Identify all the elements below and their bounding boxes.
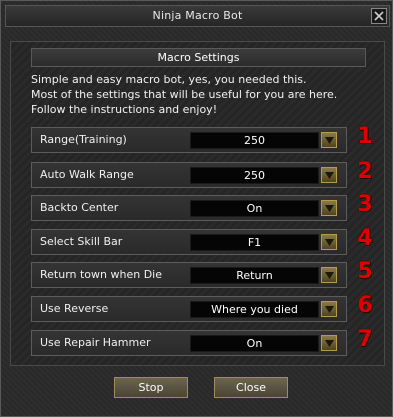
panel-header: Macro Settings: [31, 48, 366, 67]
chevron-down-icon: [324, 136, 334, 144]
window-title: Ninja Macro Bot: [152, 9, 243, 22]
chevron-down-icon: [324, 305, 334, 313]
annotation-number: 1: [357, 124, 373, 149]
setting-value-select[interactable]: F1: [190, 234, 319, 251]
chevron-down-icon: [324, 339, 334, 347]
dropdown-button[interactable]: [321, 335, 337, 351]
setting-value-select[interactable]: On: [190, 335, 319, 352]
setting-value-select[interactable]: Where you died: [190, 301, 319, 318]
dropdown-button[interactable]: [321, 132, 337, 148]
setting-row-select-skill-bar: Select Skill Bar F1: [31, 229, 347, 255]
annotation-number: 3: [357, 192, 373, 217]
description: Simple and easy macro bot, yes, you need…: [31, 72, 371, 117]
chevron-down-icon: [324, 271, 334, 279]
chevron-down-icon: [324, 171, 334, 179]
dropdown-button[interactable]: [321, 167, 337, 183]
window-close-button[interactable]: [371, 8, 387, 24]
setting-row-use-repair-hammer: Use Repair Hammer On: [31, 330, 347, 356]
setting-label: Use Reverse: [40, 302, 109, 315]
dropdown-button[interactable]: [321, 267, 337, 283]
annotation-number: 6: [357, 293, 373, 318]
setting-label: Use Repair Hammer: [40, 336, 151, 349]
close-button[interactable]: Close: [214, 377, 288, 398]
setting-value-select[interactable]: 250: [190, 167, 319, 184]
stop-button[interactable]: Stop: [114, 377, 188, 398]
annotation-number: 5: [357, 259, 373, 284]
dropdown-button[interactable]: [321, 234, 337, 250]
setting-label: Select Skill Bar: [40, 235, 123, 248]
chevron-down-icon: [324, 204, 334, 212]
setting-row-use-reverse: Use Reverse Where you died: [31, 296, 347, 322]
setting-label: Range(Training): [40, 133, 127, 146]
setting-label: Return town when Die: [40, 268, 163, 281]
annotation-number: 4: [357, 226, 373, 251]
title-bar: Ninja Macro Bot: [5, 5, 390, 27]
setting-value-select[interactable]: 250: [190, 132, 319, 149]
description-line: Follow the instructions and enjoy!: [31, 103, 218, 116]
dropdown-button[interactable]: [321, 301, 337, 317]
annotation-number: 2: [357, 159, 373, 184]
annotation-number: 7: [357, 327, 373, 352]
setting-value-select[interactable]: On: [190, 200, 319, 217]
setting-label: Backto Center: [40, 201, 119, 214]
setting-row-auto-walk-range: Auto Walk Range 250: [31, 162, 347, 188]
setting-row-return-town: Return town when Die Return: [31, 262, 347, 288]
dropdown-button[interactable]: [321, 200, 337, 216]
setting-row-backto-center: Backto Center On: [31, 195, 347, 221]
setting-value-select[interactable]: Return: [190, 267, 319, 284]
description-line: Most of the settings that will be useful…: [31, 88, 338, 101]
macro-bot-window: Ninja Macro Bot Macro Settings Simple an…: [0, 0, 393, 417]
macro-settings-panel: Macro Settings Simple and easy macro bot…: [10, 41, 385, 366]
setting-row-range-training: Range(Training) 250: [31, 127, 347, 153]
setting-label: Auto Walk Range: [40, 168, 134, 181]
chevron-down-icon: [324, 238, 334, 246]
description-line: Simple and easy macro bot, yes, you need…: [31, 73, 307, 86]
close-icon: [374, 11, 384, 21]
